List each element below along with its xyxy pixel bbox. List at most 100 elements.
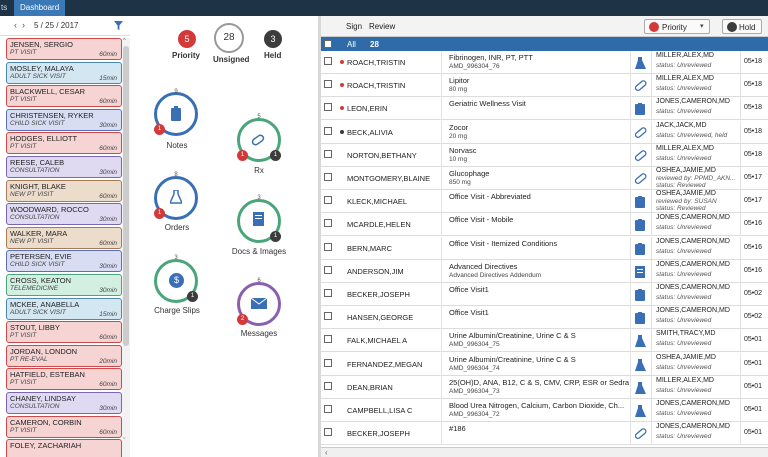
- patient-name[interactable]: BERN,MARC: [347, 244, 392, 253]
- row-checkbox[interactable]: [324, 173, 332, 181]
- select-all-checkbox[interactable]: [324, 40, 332, 48]
- row-checkbox[interactable]: [324, 381, 332, 390]
- inbox-row[interactable]: ROACH,TRISTIN Fibrinogen, INR, PT, PTT AMD…: [321, 51, 768, 74]
- inbox-row[interactable]: DEAN,BRIAN 25(OH)D, ANA, B12, C & S, CMV,…: [321, 375, 768, 399]
- messages-total: 6: [257, 278, 261, 284]
- inbox-row[interactable]: FERNANDEZ,MEGAN Urine Albumin/Creatinine,…: [321, 352, 768, 376]
- patient-name[interactable]: BECK,ALIVIA: [347, 128, 393, 137]
- inbox-row[interactable]: KLECK,MICHAEL Office Visit - Abbreviated O…: [321, 190, 768, 214]
- held-count-badge[interactable]: 3: [264, 30, 282, 48]
- patient-name[interactable]: DEAN,BRIAN: [347, 383, 393, 392]
- hold-label: Hold: [739, 23, 756, 32]
- patient-name[interactable]: LEON,ERIN: [347, 104, 387, 113]
- schedule-scrollbar[interactable]: ^ ˇ: [122, 38, 130, 457]
- appointment-card[interactable]: STOUT, LIBBY PT VISIT 60min: [6, 321, 122, 344]
- patient-name[interactable]: BECKER,JOSEPH: [347, 290, 410, 299]
- row-checkbox[interactable]: [324, 57, 332, 65]
- scroll-down-icon[interactable]: ˇ: [123, 438, 125, 445]
- inbox-row[interactable]: MONTGOMERY,BLAINE Glucophage 850 mg OSHEA,J…: [321, 167, 768, 190]
- appointment-card[interactable]: CROSS, KEATON TELEMEDICINE 30min: [6, 274, 122, 296]
- filter-icon[interactable]: [114, 21, 123, 30]
- priority-label: Priority: [662, 23, 687, 32]
- patient-name[interactable]: ROACH,TRISTIN: [347, 81, 405, 90]
- row-checkbox[interactable]: [324, 405, 332, 413]
- patient-name[interactable]: ROACH,TRISTIN: [347, 58, 405, 67]
- item-title: Zocor: [449, 122, 469, 132]
- patient-name[interactable]: ANDERSON,JIM: [347, 267, 404, 276]
- appointment-patient: CAMERON, CORBIN: [10, 417, 82, 427]
- row-checkbox[interactable]: [324, 265, 332, 274]
- appointment-card[interactable]: MOSLEY, MALAYA ADULT SICK VISIT 15min: [6, 61, 122, 84]
- appointment-card[interactable]: WOODWARD, ROCCO CONSULTATION 30min: [6, 203, 122, 226]
- prev-date-icon[interactable]: ‹: [14, 20, 17, 30]
- review-status: status: Unreviewed: [656, 363, 712, 371]
- appointment-card[interactable]: CHRISTENSEN, RYKER CHILD SICK VISIT 30min: [6, 108, 122, 131]
- patient-name[interactable]: CAMPBELL,LISA C: [347, 406, 412, 415]
- priority-count-badge[interactable]: 5: [178, 30, 196, 48]
- appointment-card[interactable]: JENSEN, SERGIO PT VISIT 60min: [6, 38, 122, 60]
- tab-dashboard[interactable]: Dashboard: [14, 0, 66, 16]
- inbox-row[interactable]: MCARDLE,HELEN Office Visit - Mobile JONES,…: [321, 213, 768, 237]
- appointment-card[interactable]: MCKEE, ANABELLA ADULT SICK VISIT 15min: [6, 297, 122, 320]
- tab-fragment[interactable]: ts: [0, 0, 7, 16]
- appointment-card[interactable]: WALKER, MARA NEW PT VISIT 60min: [6, 226, 122, 249]
- appointment-card[interactable]: CAMERON, CORBIN PT VISIT 60min: [6, 415, 122, 438]
- item-title: Geriatric Wellness Visit: [449, 99, 526, 109]
- patient-name[interactable]: FERNANDEZ,MEGAN: [347, 360, 422, 369]
- hold-button[interactable]: Hold: [722, 19, 762, 34]
- inbox-row[interactable]: LEON,ERIN Geriatric Wellness Visit JONES,C…: [321, 97, 768, 121]
- inbox-row[interactable]: BERN,MARC Office Visit - Itemized Conditi…: [321, 236, 768, 260]
- provider-name: MILLER,ALEX,MD: [656, 75, 714, 83]
- scroll-up-icon[interactable]: ^: [123, 38, 126, 44]
- inbox-row[interactable]: ROACH,TRISTIN Lipitor 80 mg MILLER,ALEX,MD s…: [321, 74, 768, 98]
- row-checkbox[interactable]: [324, 103, 332, 112]
- chevron-down-icon[interactable]: ▾: [700, 22, 704, 30]
- row-checkbox[interactable]: [324, 149, 332, 158]
- inbox-row[interactable]: BECK,ALIVIA Zocor 20 mg JACK,JACK,MD status:…: [321, 120, 768, 144]
- inbox-row[interactable]: CAMPBELL,LISA C Blood Urea Nitrogen, Calc…: [321, 399, 768, 422]
- patient-name[interactable]: FALK,MICHAEL A: [347, 336, 407, 345]
- row-checkbox[interactable]: [324, 289, 332, 297]
- appointment-card[interactable]: KNIGHT, BLAKE NEW PT VISIT 60min: [6, 179, 122, 202]
- appointment-card[interactable]: HATFIELD, ESTEBAN PT VISIT 60min: [6, 368, 122, 391]
- sign-button[interactable]: Sign: [346, 22, 362, 31]
- appointment-card[interactable]: HODGES, ELLIOTT PT VISIT 60min: [6, 132, 122, 155]
- unsigned-count-badge[interactable]: 28: [214, 23, 244, 53]
- row-checkbox[interactable]: [324, 242, 332, 251]
- priority-button[interactable]: Priority ▾: [644, 19, 710, 34]
- row-checkbox[interactable]: [324, 196, 332, 205]
- patient-name[interactable]: NORTON,BETHANY: [347, 151, 417, 160]
- row-checkbox[interactable]: [324, 312, 332, 321]
- patient-name[interactable]: BECKER,JOSEPH: [347, 429, 410, 438]
- appointment-card[interactable]: PETERSEN, EVIE CHILD SICK VISIT 30min: [6, 250, 122, 273]
- patient-name[interactable]: MCARDLE,HELEN: [347, 220, 411, 229]
- inbox-row[interactable]: BECKER,JOSEPH Office Visit1 JONES,CAMERON,…: [321, 283, 768, 306]
- row-checkbox[interactable]: [324, 80, 332, 89]
- inbox-row[interactable]: ANDERSON,JIM Advanced Directives Advanced …: [321, 259, 768, 283]
- patient-name[interactable]: KLECK,MICHAEL: [347, 197, 407, 206]
- row-checkbox[interactable]: [324, 335, 332, 344]
- inbox-row[interactable]: HANSEN,GEORGE Office Visit1 JONES,CAMERON,…: [321, 306, 768, 330]
- inbox-row[interactable]: NORTON,BETHANY Norvasc 10 mg MILLER,ALEX,MD…: [321, 143, 768, 167]
- row-checkbox[interactable]: [324, 126, 332, 135]
- next-date-icon[interactable]: ›: [22, 20, 25, 30]
- patient-name[interactable]: MONTGOMERY,BLAINE: [347, 174, 430, 183]
- horizontal-scrollbar[interactable]: ‹: [321, 447, 768, 457]
- row-checkbox[interactable]: [324, 358, 332, 367]
- appointment-card[interactable]: FOLEY, ZACHARIAH: [6, 439, 122, 457]
- current-date[interactable]: 5 / 25 / 2017: [34, 21, 79, 30]
- inbox-row[interactable]: BECKER,JOSEPH #186 JONES,CAMERON,MD status:…: [321, 422, 768, 446]
- scroll-left-icon[interactable]: ‹: [325, 448, 328, 457]
- appointment-patient: REESE, CALEB: [10, 158, 65, 167]
- appointment-card[interactable]: BLACKWELL, CESAR PT VISIT 60min: [6, 85, 122, 108]
- item-title: 25(OH)D, ANA, B12, C & S, CMV, CRP, ESR …: [449, 377, 629, 387]
- patient-name[interactable]: HANSEN,GEORGE: [347, 313, 413, 322]
- appointment-duration: 30min: [99, 287, 117, 294]
- inbox-row[interactable]: FALK,MICHAEL A Urine Albumin/Creatinine, …: [321, 329, 768, 353]
- appointment-card[interactable]: JORDAN, LONDON PT RE-EVAL 20min: [6, 344, 122, 367]
- appointment-card[interactable]: REESE, CALEB CONSULTATION 30min: [6, 156, 122, 178]
- appointment-card[interactable]: CHANEY, LINDSAY CONSULTATION 30min: [6, 392, 122, 414]
- row-checkbox[interactable]: [324, 219, 332, 228]
- row-checkbox[interactable]: [324, 428, 332, 437]
- review-button[interactable]: Review: [369, 22, 395, 31]
